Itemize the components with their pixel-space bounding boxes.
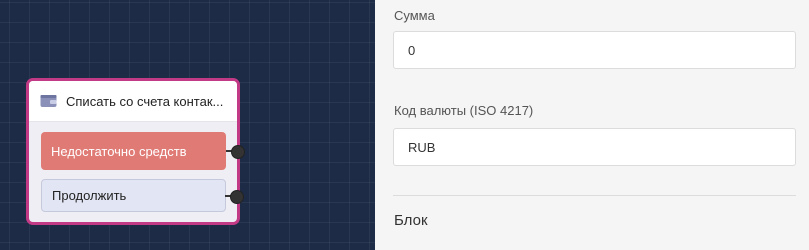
- insufficient-funds-connector[interactable]: [231, 145, 245, 159]
- continue-label: Продолжить: [52, 188, 127, 203]
- properties-panel: Сумма 0 Код валюты (ISO 4217) RUB Блок: [375, 0, 809, 250]
- node-body: Недостаточно средств Продолжить: [29, 122, 245, 212]
- node-title: Списать со счета контак...: [66, 93, 224, 109]
- block-section-title: Блок: [394, 212, 428, 229]
- amount-value: 0: [408, 42, 416, 58]
- insufficient-funds-label: Недостаточно средств: [51, 143, 187, 159]
- divider: [393, 195, 796, 196]
- insufficient-funds-port[interactable]: Недостаточно средств: [41, 132, 245, 170]
- currency-code-value: RUB: [408, 139, 436, 155]
- amount-input[interactable]: 0: [393, 31, 796, 69]
- currency-code-input[interactable]: RUB: [393, 128, 796, 166]
- amount-label: Сумма: [394, 8, 435, 23]
- continue-connector[interactable]: [230, 189, 244, 204]
- continue-port[interactable]: Продолжить: [41, 179, 244, 212]
- debit-contact-node[interactable]: Списать со счета контак... Недостаточно …: [26, 78, 245, 225]
- node-header[interactable]: Списать со счета контак...: [29, 81, 237, 122]
- wallet-icon: [40, 94, 57, 108]
- currency-code-label: Код валюты (ISO 4217): [394, 103, 534, 118]
- flow-canvas[interactable]: Списать со счета контак... Недостаточно …: [0, 0, 375, 250]
